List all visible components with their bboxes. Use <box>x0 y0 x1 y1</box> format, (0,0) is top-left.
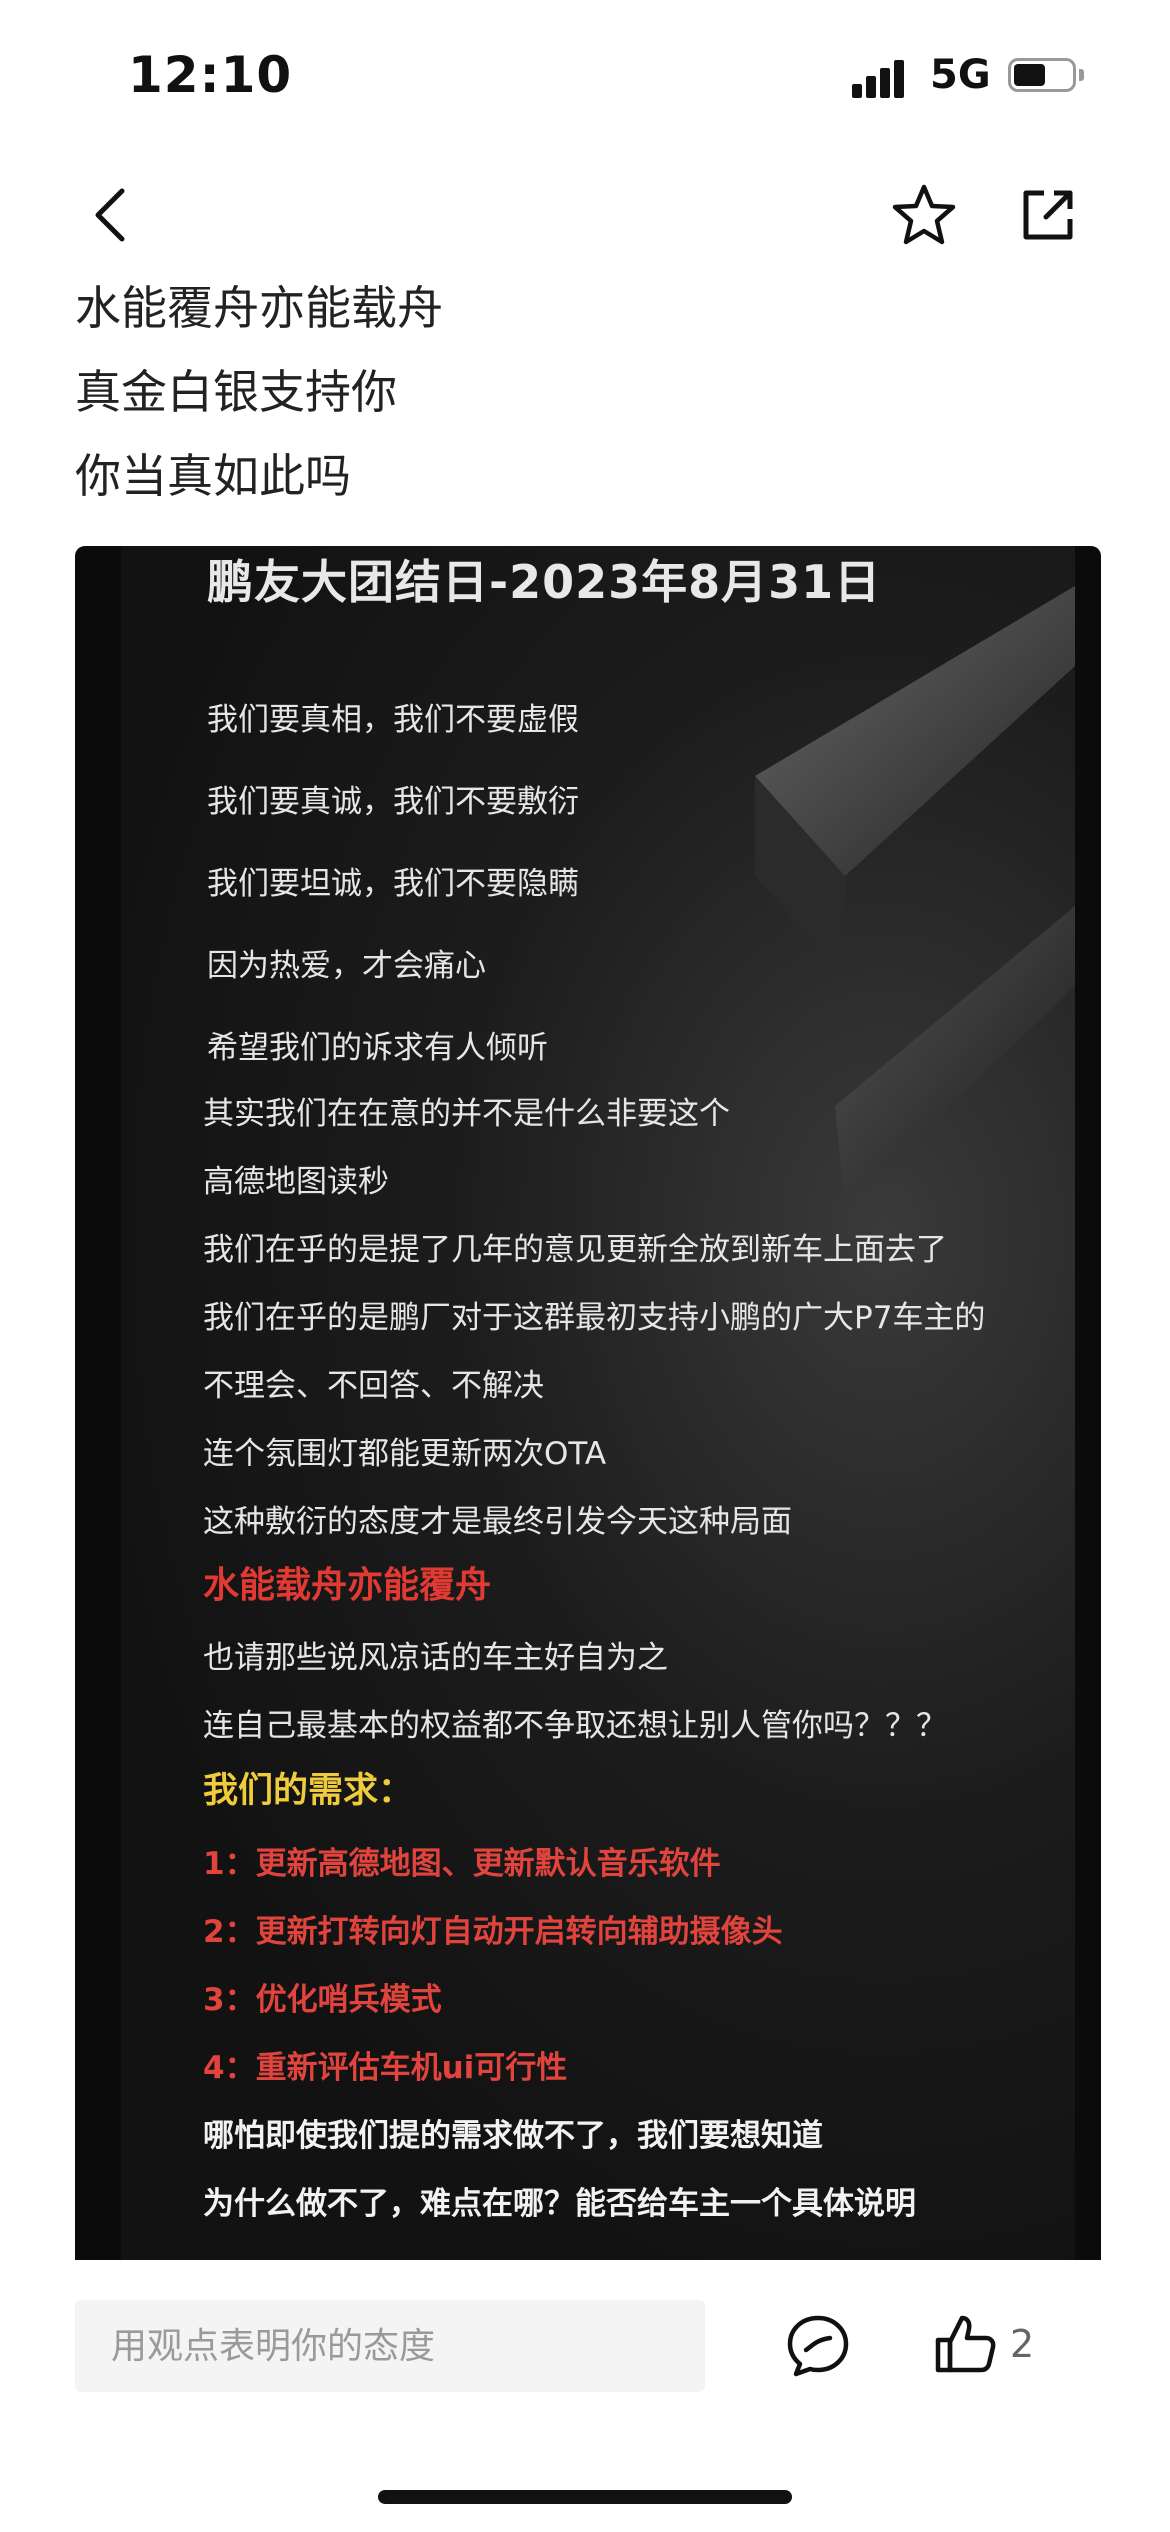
chevron-left-icon <box>95 188 125 242</box>
post-line: 真金白银支持你 <box>75 365 397 419</box>
signal-icon <box>852 58 916 98</box>
post-line: 你当真如此吗 <box>75 449 351 503</box>
star-outline-icon <box>892 184 956 245</box>
comment-input[interactable] <box>75 2300 705 2392</box>
home-indicator[interactable] <box>378 2490 792 2504</box>
poster-line: 为什么做不了，难点在哪？能否给车主一个具体说明 <box>203 2186 916 2222</box>
post-text: 水能覆舟亦能载舟 真金白银支持你 你当真如此吗 <box>75 266 1095 518</box>
favorite-button[interactable] <box>884 175 964 255</box>
post-line: 水能覆舟亦能载舟 <box>75 281 443 335</box>
share-button[interactable] <box>1008 175 1088 255</box>
poster-background: 鹏友大团结日-2023年8月31日 我们要真相，我们不要虚假 我们要真诚，我们不… <box>121 546 1075 2260</box>
poster-requirement: 1：更新高德地图、更新默认音乐软件 <box>203 1846 721 1882</box>
poster-line: 我们要坦诚，我们不要隐瞒 <box>207 866 579 902</box>
post-image[interactable]: 鹏友大团结日-2023年8月31日 我们要真相，我们不要虚假 我们要真诚，我们不… <box>75 546 1101 2260</box>
poster-requirement: 4：重新评估车机ui可行性 <box>203 2050 568 2086</box>
poster-line: 其实我们在在意的并不是什么非要这个 <box>203 1096 730 1132</box>
network-type: 5G <box>930 52 991 98</box>
poster-line: 希望我们的诉求有人倾听 <box>207 1030 548 1066</box>
status-time: 12:10 <box>128 46 293 104</box>
brand-logo-decoration <box>755 586 1075 1206</box>
poster-line: 连自己最基本的权益都不争取还想让别人管你吗？？？ <box>203 1708 947 1744</box>
poster-line: 我们要真相，我们不要虚假 <box>207 702 579 738</box>
like-count: 2 <box>1010 2322 1035 2366</box>
poster-line: 高德地图读秒 <box>203 1164 389 1200</box>
poster-title: 鹏友大团结日-2023年8月31日 <box>207 555 882 609</box>
poster-line: 因为热爱，才会痛心 <box>207 948 486 984</box>
comment-bubble-icon <box>787 2315 849 2377</box>
poster-requirement: 2：更新打转向灯自动开启转向辅助摄像头 <box>203 1914 783 1950</box>
poster-line: 不理会、不回答、不解决 <box>203 1368 544 1404</box>
poster-line: 这种敷衍的态度才是最终引发今天这种局面 <box>203 1504 792 1540</box>
battery-icon <box>1008 58 1084 94</box>
poster-highlight: 水能载舟亦能覆舟 <box>203 1565 492 1606</box>
back-button[interactable] <box>70 175 150 255</box>
poster-line: 连个氛围灯都能更新两次OTA <box>203 1436 607 1472</box>
poster-line: 哪怕即使我们提的需求做不了，我们要想知道 <box>203 2118 823 2154</box>
poster-line: 也请那些说风凉话的车主好自为之 <box>203 1640 668 1676</box>
like-button[interactable] <box>930 2308 1002 2380</box>
poster-requirements-heading: 我们的需求： <box>203 1771 414 1811</box>
status-bar: 12:10 5G <box>0 0 1170 150</box>
comment-button[interactable] <box>782 2310 854 2382</box>
poster-line: 我们在乎的是鹏厂对于这群最初支持小鹏的广大P7车主的 <box>203 1300 986 1336</box>
poster-requirement: 3：优化哨兵模式 <box>203 1982 442 2018</box>
poster-line: 我们在乎的是提了几年的意见更新全放到新车上面去了 <box>203 1232 947 1268</box>
thumbs-up-icon <box>935 2315 996 2373</box>
share-external-icon <box>1023 190 1073 240</box>
poster-line: 我们要真诚，我们不要敷衍 <box>207 784 579 820</box>
